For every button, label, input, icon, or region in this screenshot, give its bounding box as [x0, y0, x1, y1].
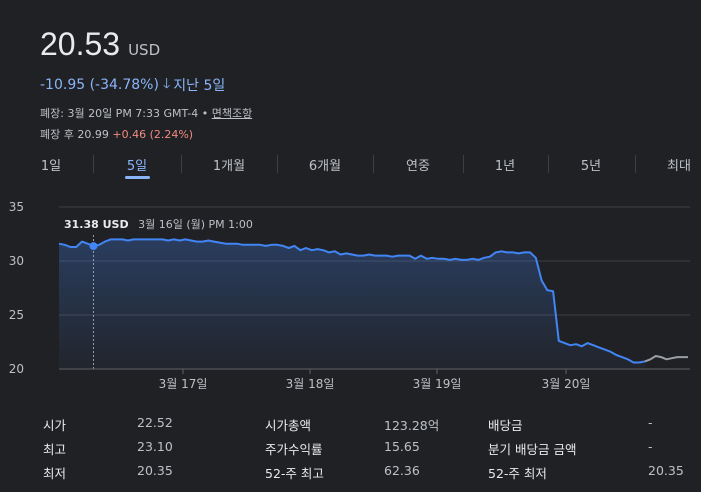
close-info: 폐장: 3월 20일 PM 7:33 GMT-4 • 면책조항 — [40, 105, 252, 121]
close-time: 3월 20일 PM 7:33 GMT-4 — [67, 107, 199, 120]
tab-divider — [373, 155, 374, 173]
tab-ytd[interactable]: 연중 — [406, 155, 430, 174]
tab-1-year[interactable]: 1년 — [495, 155, 515, 174]
tab-divider — [181, 155, 182, 173]
stat-52w-low-value: 20.35 — [648, 463, 684, 478]
tab-5-year[interactable]: 5년 — [581, 155, 601, 174]
x-tick-label: 3월 19일 — [413, 377, 462, 391]
tab-5-day[interactable]: 5일 — [127, 155, 147, 174]
tab-divider — [93, 155, 94, 173]
active-tab-indicator — [125, 176, 150, 179]
stat-qtr-dividend-value: - — [648, 439, 653, 454]
stat-high-label: 최고 — [43, 442, 67, 457]
stat-pe-ratio-value: 15.65 — [384, 439, 420, 454]
stat-market-cap-value: 123.28억 — [384, 418, 440, 433]
arrow-down-icon: 🡓 — [162, 76, 171, 92]
after-hours-label: 폐장 후 — [40, 128, 74, 141]
tab-1-month[interactable]: 1개월 — [213, 155, 245, 174]
tab-6-month[interactable]: 6개월 — [309, 155, 341, 174]
stat-dividend-value: - — [648, 415, 653, 430]
stat-52w-high-value: 62.36 — [384, 463, 420, 478]
x-tick-label: 3월 18일 — [286, 377, 335, 391]
x-tick-label: 3월 20일 — [542, 377, 591, 391]
stat-52w-high-label: 52-주 최고 — [265, 466, 324, 481]
tab-1-day[interactable]: 1일 — [41, 155, 61, 174]
tab-max[interactable]: 최대 — [667, 155, 691, 174]
after-hours-price: 20.99 — [77, 128, 109, 141]
price-change: -10.95 (-34.78%) — [40, 77, 159, 93]
separator-dot: • — [201, 107, 209, 120]
close-label: 폐장: — [40, 107, 64, 120]
y-tick-label: 30 — [9, 254, 24, 268]
y-tick-label: 25 — [9, 308, 24, 322]
tooltip-time: 3월 16일 (월) PM 1:00 — [138, 218, 253, 231]
after-hours-change: +0.46 (2.24%) — [112, 128, 194, 141]
after-hours-line-series — [644, 355, 688, 363]
after-hours-info: 폐장 후 20.99 +0.46 (2.24%) — [40, 126, 193, 142]
tab-divider — [277, 155, 278, 173]
range-tabs: 1일 5일 1개월 6개월 연중 1년 5년 최대 — [0, 150, 701, 180]
x-tick-label: 3월 17일 — [159, 377, 208, 391]
chart-tooltip: 31.38 USD 3월 16일 (월) PM 1:00 — [56, 213, 261, 235]
tooltip-price: 31.38 USD — [64, 218, 129, 231]
stat-low-label: 최저 — [43, 466, 67, 481]
stat-qtr-dividend-label: 분기 배당금 금액 — [488, 442, 577, 457]
stat-dividend-label: 배당금 — [488, 418, 523, 433]
price-header: 20.53 USD — [40, 26, 160, 63]
price-change-row: -10.95 (-34.78%) 🡓 지난 5일 — [40, 73, 225, 97]
disclaimer-link[interactable]: 면책조항 — [212, 107, 252, 120]
x-axis: 3월 17일 3월 18일 3월 19일 3월 20일 — [59, 368, 690, 391]
stat-low-value: 20.35 — [137, 463, 173, 478]
tab-divider — [463, 155, 464, 173]
y-axis-labels: 35 30 25 20 — [9, 200, 24, 376]
hover-point — [89, 242, 98, 251]
change-period: 지난 5일 — [173, 78, 226, 94]
tab-divider — [635, 155, 636, 173]
price-area — [59, 239, 645, 369]
stat-high-value: 23.10 — [137, 439, 173, 454]
y-tick-label: 20 — [9, 362, 24, 376]
stat-52w-low-label: 52-주 최저 — [488, 466, 547, 481]
stat-pe-ratio-label: 주가수익률 — [265, 442, 323, 457]
y-tick-label: 35 — [9, 200, 24, 214]
currency-label: USD — [128, 41, 161, 59]
stat-open-value: 22.52 — [137, 415, 173, 430]
stat-market-cap-label: 시가총액 — [265, 418, 312, 433]
current-price: 20.53 — [40, 26, 121, 62]
stat-open-label: 시가 — [43, 418, 67, 433]
tab-divider — [548, 155, 549, 173]
